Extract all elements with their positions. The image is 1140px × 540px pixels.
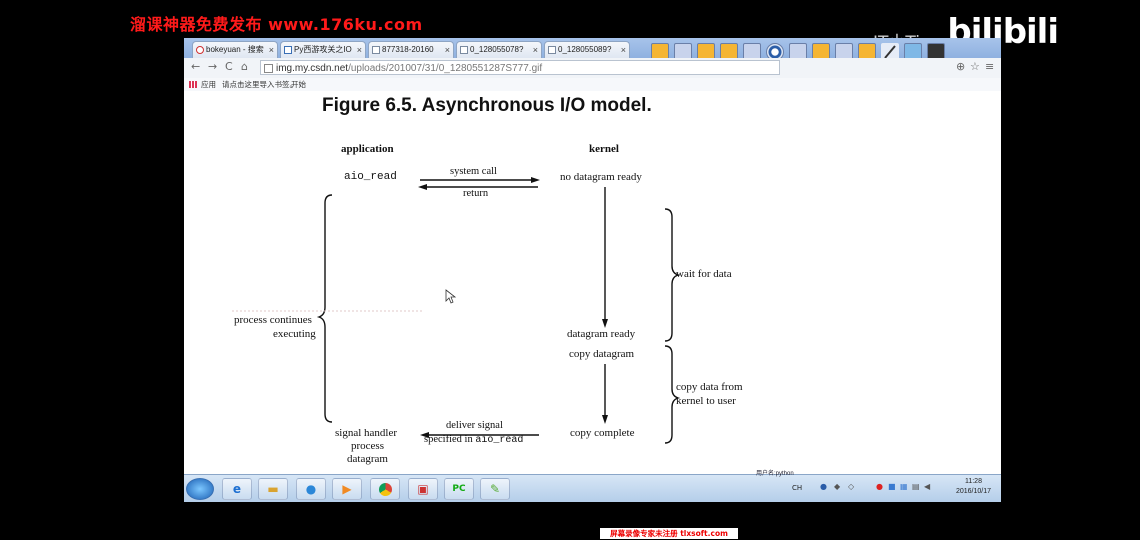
browser-address-bar: ← → C ⌂ img.my.csdn.net/uploads/201007/3… [184, 58, 1001, 79]
col-kernel: kernel [589, 143, 619, 155]
clock-date: 2016/10/17 [955, 488, 991, 495]
tab-close-icon[interactable]: × [445, 42, 450, 58]
url-input[interactable]: img.my.csdn.net/uploads/201007/31/0_1280… [260, 60, 780, 75]
specified-aio-read: aio_read [475, 435, 524, 446]
wait-for-data-label: wait for data [676, 268, 732, 280]
wait-arrowhead [602, 319, 608, 328]
browser-tab-active[interactable]: Py西游攻关之IO × [280, 41, 366, 58]
tab-close-icon[interactable]: × [357, 42, 362, 58]
tab-close-icon[interactable]: × [269, 42, 274, 58]
signal-handler-label: signal handler [335, 427, 398, 439]
tab-favicon-icon [460, 46, 468, 54]
deliver-signal-label: deliver signal [446, 420, 503, 431]
process-bracket [316, 194, 333, 423]
record-icon[interactable]: ● [876, 482, 883, 491]
help-icon[interactable]: ● [820, 482, 827, 491]
no-datagram-ready-label: no datagram ready [560, 171, 642, 183]
ie-taskbar-icon[interactable]: e [222, 478, 252, 500]
tab-close-icon[interactable]: × [621, 42, 626, 58]
menu-icon[interactable]: ≡ [985, 60, 994, 73]
datagram-label: datagram [347, 453, 388, 465]
copy-complete-label: copy complete [570, 427, 635, 439]
reload-icon[interactable]: C [225, 60, 233, 73]
copy-datagram-label: copy datagram [569, 348, 635, 360]
aio-read-label: aio_read [344, 171, 397, 183]
browser-tab[interactable]: 0_128055089? × [544, 41, 630, 58]
bookmark-import-hint[interactable]: 请点击这里导入书签。 [222, 78, 297, 91]
process-label: process [351, 440, 384, 452]
desktop-screen: bokeyuan - 搜索 × Py西游攻关之IO × 877318-20160… [184, 38, 1001, 502]
url-path: /uploads/201007/31/0_1280551287S777.gif [348, 63, 543, 74]
bookmarks-bar: 应用 请点击这里导入书签。 开始 [184, 78, 1001, 92]
tab-favicon-icon [372, 46, 380, 54]
clock-time: 11:28 [964, 478, 982, 485]
forward-icon[interactable]: → [208, 60, 217, 73]
tab-favicon-icon [284, 46, 292, 54]
back-icon[interactable]: ← [191, 60, 200, 73]
return-arrowhead [418, 184, 427, 190]
tray-icon[interactable]: ◇ [848, 482, 854, 491]
tray-icon[interactable]: ▤ [912, 482, 920, 491]
process-continues-label: process continues [234, 314, 312, 326]
system-call-arrowhead [531, 177, 540, 183]
datagram-ready-label: datagram ready [567, 328, 636, 340]
username-label: 用户名:python [756, 471, 794, 477]
star-icon[interactable]: ☆ [970, 60, 980, 73]
url-host: img.my.csdn.net [276, 63, 349, 74]
editor-taskbar-icon[interactable]: ✎ [480, 478, 510, 500]
apps-grid-icon [189, 81, 197, 88]
mouse-cursor-icon [445, 289, 457, 304]
tab-favicon-icon [196, 46, 204, 54]
windows-taskbar: 用户名:python e ▬ ● ▶ ▣ PC ✎ CH ● ◆ ◇ ● ■ ▦… [184, 471, 1001, 502]
volume-icon[interactable]: ◀ [924, 482, 930, 491]
return-label: return [463, 188, 489, 199]
browser-taskbar-icon[interactable]: ● [296, 478, 326, 500]
language-indicator[interactable]: CH [792, 484, 802, 492]
kernel-to-user-label: kernel to user [676, 395, 736, 407]
tab-favicon-icon [548, 46, 556, 54]
network-icon[interactable]: ▦ [900, 482, 908, 491]
executing-label: executing [273, 328, 316, 340]
clock[interactable]: 11:28 2016/10/17 [956, 477, 991, 497]
image-viewport: Figure 6.5. Asynchronous I/O model. appl… [184, 91, 1001, 473]
zoom-icon[interactable]: ⊕ [956, 60, 965, 73]
browser-tab[interactable]: bokeyuan - 搜索 × [192, 41, 278, 58]
specified-in-label: specified in aio_read [424, 434, 524, 446]
tray-icon[interactable]: ◆ [834, 482, 840, 491]
copy-data-from-label: copy data from [676, 381, 743, 393]
system-call-label: system call [450, 166, 497, 177]
start-button[interactable] [186, 478, 214, 500]
copy-arrowhead [602, 415, 608, 424]
tray-icon[interactable]: ■ [888, 482, 896, 491]
top-watermark: 溜课神器免费发布 www.176ku.com [130, 15, 423, 34]
pycharm-taskbar-icon[interactable]: PC [444, 478, 474, 500]
media-player-taskbar-icon[interactable]: ▶ [332, 478, 362, 500]
bookmark-start[interactable]: 开始 [291, 78, 306, 91]
bookmark-apps[interactable]: 应用 [201, 78, 216, 91]
page-icon [264, 64, 273, 73]
bottom-watermark: 屏幕录像专家未注册 tlxsoft.com [600, 528, 738, 539]
folder-taskbar-icon[interactable]: ▬ [258, 478, 288, 500]
col-application: application [341, 143, 394, 155]
tab-close-icon[interactable]: × [533, 42, 538, 58]
browser-tab[interactable]: 877318-20160 × [368, 41, 454, 58]
app-taskbar-icon[interactable]: ▣ [408, 478, 438, 500]
browser-tab[interactable]: 0_128055078? × [456, 41, 542, 58]
chrome-taskbar-icon[interactable] [370, 478, 400, 500]
home-icon[interactable]: ⌂ [241, 60, 248, 73]
